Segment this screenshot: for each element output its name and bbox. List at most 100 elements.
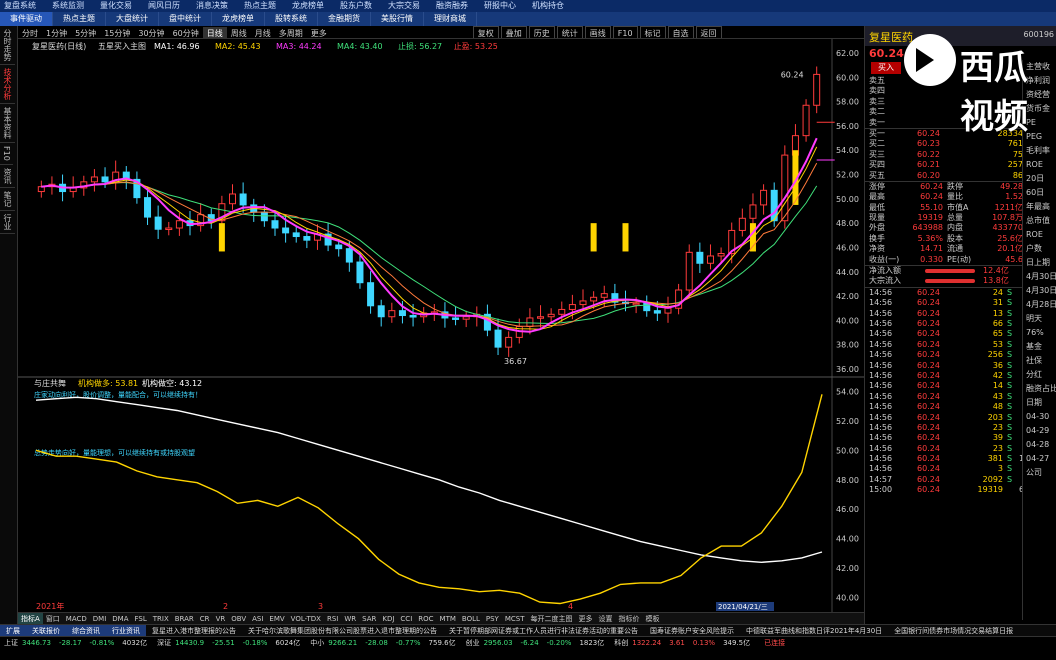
toolbar-item-3[interactable]: 盘中统计 xyxy=(159,12,212,26)
indicator-tab-1[interactable]: 窗口 xyxy=(43,613,63,624)
indicator-tab-7[interactable]: BRAR xyxy=(172,613,197,624)
indicator-tab-24[interactable]: 每开二度主图 xyxy=(528,613,576,624)
chart-tool-8[interactable]: 返回 xyxy=(695,26,722,38)
indicator-tab-9[interactable]: VR xyxy=(213,613,229,624)
menu-item-3[interactable]: 闻风日历 xyxy=(148,0,180,12)
period-8[interactable]: 月线 xyxy=(251,27,275,38)
menu-item-7[interactable]: 股东户数 xyxy=(340,0,372,12)
period-1[interactable]: 1分钟 xyxy=(42,27,71,38)
period-0[interactable]: 分时 xyxy=(18,27,42,38)
left-tab-1[interactable]: 技术分析 xyxy=(0,65,15,104)
indicator-tab-14[interactable]: RSI xyxy=(324,613,341,624)
period-5[interactable]: 60分钟 xyxy=(169,27,203,38)
period-4[interactable]: 30分钟 xyxy=(134,27,168,38)
indicator-tab-3[interactable]: DMI xyxy=(90,613,110,624)
ticker-item-3[interactable]: 创业 2956.03 -6.24 -0.20% 1823亿 xyxy=(466,639,615,647)
buy-button[interactable]: 买入 xyxy=(871,62,901,74)
ticker-name: 创业 xyxy=(465,639,480,647)
news-bar: 扩展 关联报价 综合资讯 行业资讯 复星进入港市整理报的公告 关于哈尔滨歌舞集团股份有限公… xyxy=(0,624,1056,636)
indicator-tab-21[interactable]: BOLL xyxy=(459,613,483,624)
menu-item-6[interactable]: 龙虎榜单 xyxy=(292,0,324,12)
stat-value: 60.24 xyxy=(920,192,943,202)
signal-bar xyxy=(590,223,597,252)
indicator-tab-18[interactable]: CCI xyxy=(397,613,415,624)
news-headline-0[interactable]: 复星进入港市整理报的公告 xyxy=(146,625,242,636)
menu-item-8[interactable]: 大宗交易 xyxy=(388,0,420,12)
news-headline-1[interactable]: 关于哈尔滨歌舞集团股份有限公司股票进入退市整理期的公告 xyxy=(242,625,443,636)
news-headline-5[interactable]: 全国银行间债券市场情况交易结算日报 xyxy=(888,625,1019,636)
ticker-item-1[interactable]: 深证 14430.9 -25.51 -0.18% 6024亿 xyxy=(157,639,310,647)
menu-item-2[interactable]: 量化交易 xyxy=(100,0,132,12)
chart-tool-5[interactable]: F10 xyxy=(612,26,638,38)
indicator-tab-16[interactable]: SAR xyxy=(359,613,379,624)
toolbar-item-8[interactable]: 理财商城 xyxy=(424,12,477,26)
news-headline-3[interactable]: 国寿证券账户安全风险提示 xyxy=(644,625,740,636)
news-tab-2[interactable]: 综合资讯 xyxy=(66,625,106,636)
ticker-item-2[interactable]: 中小 9266.21 -28.08 -0.77% 759.6亿 xyxy=(310,639,465,647)
left-tab-4[interactable]: 资讯 xyxy=(0,165,15,188)
indicator-tab-28[interactable]: 模板 xyxy=(643,613,663,624)
toolbar-item-5[interactable]: 股转系统 xyxy=(265,12,318,26)
menu-item-10[interactable]: 研报中心 xyxy=(484,0,516,12)
ticker-item-4[interactable]: 科创 1322.24 3.61 0.13% 349.5亿 xyxy=(614,639,760,647)
indicator-tab-4[interactable]: DMA xyxy=(109,613,131,624)
indicator-tab-12[interactable]: EMV xyxy=(266,613,287,624)
indicator-tab-0[interactable]: 指标A xyxy=(18,613,43,624)
chart-tool-4[interactable]: 画线 xyxy=(584,26,611,38)
ticker-item-5[interactable]: 已连接 xyxy=(760,639,819,647)
chart-tool-1[interactable]: 叠加 xyxy=(500,26,527,38)
menu-item-0[interactable]: 复盘系统 xyxy=(4,0,36,12)
left-tab-0[interactable]: 分时走势 xyxy=(0,26,15,65)
candle xyxy=(685,244,693,298)
chart-area[interactable]: 复星医药(日线) 五星买入主图 MA1: 46.96 MA2: 45.43 MA3: 4… xyxy=(18,39,864,614)
toolbar-item-6[interactable]: 金融期货 xyxy=(318,12,371,26)
chart-tool-7[interactable]: 自选 xyxy=(667,26,694,38)
menu-item-1[interactable]: 系统监测 xyxy=(52,0,84,12)
left-tab-5[interactable]: 笔记 xyxy=(0,188,15,211)
indicator-tab-15[interactable]: WR xyxy=(341,613,359,624)
chart-tool-2[interactable]: 历史 xyxy=(528,26,555,38)
news-tab-0[interactable]: 扩展 xyxy=(0,625,26,636)
news-headline-4[interactable]: 中德联益军曲线和指数日评2021年4月30日 xyxy=(740,625,888,636)
left-tab-6[interactable]: 行业 xyxy=(0,211,15,234)
news-tab-1[interactable]: 关联报价 xyxy=(26,625,66,636)
indicator-tab-25[interactable]: 更多 xyxy=(576,613,596,624)
menu-item-11[interactable]: 机构持仓 xyxy=(532,0,564,12)
toolbar-item-2[interactable]: 大盘统计 xyxy=(106,12,159,26)
ticker-item-0[interactable]: 上证 3446.73 -28.17 -0.81% 4032亿 xyxy=(4,639,157,647)
menu-item-4[interactable]: 消息决策 xyxy=(196,0,228,12)
indicator-tab-20[interactable]: MTM xyxy=(437,613,459,624)
chart-tool-6[interactable]: 标记 xyxy=(639,26,666,38)
indicator-tab-26[interactable]: 设置 xyxy=(596,613,616,624)
indicator-tab-6[interactable]: TRIX xyxy=(150,613,172,624)
toolbar-item-7[interactable]: 美股行情 xyxy=(371,12,424,26)
menu-item-5[interactable]: 热点主题 xyxy=(244,0,276,12)
news-headline-2[interactable]: 关于暂停期部网证券或工作人员进行非法证券活动的重要公告 xyxy=(443,625,644,636)
menu-item-9[interactable]: 融资融券 xyxy=(436,0,468,12)
indicator-tab-17[interactable]: KDJ xyxy=(379,613,397,624)
toolbar-item-1[interactable]: 热点主题 xyxy=(53,12,106,26)
left-tab-3[interactable]: F10 xyxy=(0,143,13,165)
period-2[interactable]: 5分钟 xyxy=(71,27,100,38)
indicator-tab-27[interactable]: 指标价 xyxy=(616,613,643,624)
indicator-tab-11[interactable]: ASI xyxy=(249,613,266,624)
indicator-tab-5[interactable]: FSL xyxy=(132,613,150,624)
indicator-tab-10[interactable]: OBV xyxy=(228,613,249,624)
period-3[interactable]: 15分钟 xyxy=(100,27,134,38)
period-10[interactable]: 更多 xyxy=(307,27,331,38)
toolbar-item-0[interactable]: 事件驱动 xyxy=(0,12,53,26)
indicator-tab-19[interactable]: ROC xyxy=(415,613,436,624)
period-9[interactable]: 多周期 xyxy=(275,27,307,38)
period-6[interactable]: 日线 xyxy=(202,27,227,38)
indicator-tab-22[interactable]: PSY xyxy=(483,613,502,624)
chart-tool-3[interactable]: 统计 xyxy=(556,26,583,38)
news-tab-3[interactable]: 行业资讯 xyxy=(106,625,146,636)
toolbar-item-4[interactable]: 龙虎榜单 xyxy=(212,12,265,26)
indicator-tab-13[interactable]: VOL-TDX xyxy=(288,613,324,624)
indicator-tab-8[interactable]: CR xyxy=(197,613,213,624)
period-7[interactable]: 周线 xyxy=(227,27,251,38)
chart-tool-0[interactable]: 复权 xyxy=(472,26,499,38)
indicator-tab-2[interactable]: MACD xyxy=(63,613,90,624)
left-tab-2[interactable]: 基本资料 xyxy=(0,104,15,143)
indicator-tab-23[interactable]: MCST xyxy=(502,613,528,624)
